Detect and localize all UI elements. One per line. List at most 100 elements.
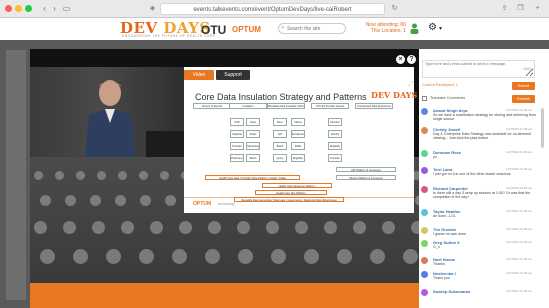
- slide-grid-box: API: [273, 130, 287, 138]
- slide-footer-line: [184, 197, 414, 198]
- slide-dev-days-logo: DEV DAYS: [371, 90, 418, 100]
- chat-message-text: Thank you: [433, 276, 450, 280]
- audience-head: [382, 221, 395, 234]
- chat-avatar: [421, 289, 428, 296]
- expand-icon[interactable]: ⤢: [408, 81, 414, 89]
- audience-head: [304, 249, 319, 264]
- audience-head: [237, 221, 250, 234]
- chat-avatar: [421, 127, 428, 134]
- sidebar-icon[interactable]: ▭: [62, 3, 71, 14]
- audience-head: [139, 171, 148, 180]
- slide-grid-box: Pharmacy: [230, 154, 244, 162]
- tab-video[interactable]: Video: [184, 70, 214, 80]
- audience-head: [55, 171, 64, 180]
- audience-head: [140, 195, 151, 206]
- maximize-window-button[interactable]: [25, 5, 32, 12]
- chat-message-text: Is there still a day 3 wrap up session a…: [433, 191, 531, 200]
- stage-banner: [30, 283, 419, 308]
- chat-message: Anand Singh Arya 11/7/2019 11:08 am So we …: [421, 108, 539, 124]
- address-bar[interactable]: events.talkevents.com/event/OptumDevDays…: [160, 3, 385, 15]
- chat-message-input[interactable]: [422, 60, 535, 78]
- chat-timestamp: 11/7/2019 11:05 am: [506, 209, 533, 213]
- otu-logo[interactable]: OTU: [201, 23, 226, 37]
- close-window-button[interactable]: [5, 5, 12, 12]
- chat-message-text: Day 3: Enterprise Data Strategy now avai…: [433, 132, 531, 141]
- browser-toolbar: ‹ › ▭ ◈ events.talkevents.com/event/Optu…: [0, 0, 549, 18]
- chat-avatar: [421, 150, 428, 157]
- chat-message-text: So we have a notarization strategy for s…: [433, 113, 537, 122]
- audience-head: [324, 221, 337, 234]
- audience-head: [403, 249, 418, 264]
- reload-icon[interactable]: ↻: [390, 4, 399, 13]
- gear-icon[interactable]: ⚙: [428, 22, 437, 33]
- chevron-down-icon[interactable]: ▾: [439, 25, 442, 32]
- slide-grid-box: Mem: [273, 118, 287, 126]
- translate-checkbox[interactable]: [422, 96, 427, 101]
- chat-avatar: [421, 240, 428, 247]
- chat-message: Sudeep Sukumaran 11/7/2019 11:05 am: [421, 289, 539, 305]
- close-icon[interactable]: ×: [396, 55, 405, 64]
- user-avatar-icon[interactable]: [410, 23, 419, 34]
- optum-logo[interactable]: OPTUM: [232, 25, 261, 34]
- chat-timestamp: 11/7/2019 11:06 am: [506, 186, 533, 190]
- audience-head: [295, 221, 308, 234]
- audience-head: [97, 171, 106, 180]
- forward-icon[interactable]: ›: [50, 3, 59, 14]
- audience-head: [337, 249, 352, 264]
- chat-message: Greg Sutton II 11/7/2019 11:05 am O_o: [421, 240, 539, 256]
- slide-grid-box: Batch: [273, 142, 287, 150]
- share-icon[interactable]: ⇪: [500, 4, 509, 13]
- help-icon[interactable]: ?: [407, 55, 416, 64]
- slide-side-box: Stream Platform & Consumer: [336, 175, 396, 180]
- background-panel-left: [6, 50, 26, 300]
- slide-grid-box: Identity: [328, 130, 342, 138]
- audience-head: [353, 221, 366, 234]
- audience-head: [40, 249, 55, 264]
- new-tab-icon[interactable]: +: [533, 4, 542, 13]
- attendance-status: Now attending: 86 This Location: 1: [364, 22, 406, 34]
- chat-message-text: I just got on 5 in one of the other lead…: [433, 172, 511, 176]
- chat-timestamp: 11/7/2019 11:05 am: [506, 289, 533, 293]
- search-input[interactable]: [278, 23, 346, 34]
- tabs-icon[interactable]: ❐: [516, 4, 525, 13]
- chat-avatar: [421, 257, 428, 264]
- audience-head: [92, 221, 105, 234]
- chat-timestamp: 11/7/2019 11:05 am: [506, 240, 533, 244]
- chat-avatar: [421, 209, 428, 216]
- chat-message: Nesiirenko I 11/7/2019 11:05 am Thank you: [421, 271, 539, 287]
- slide-platform-bar: Health Care Streaming Platform: [262, 183, 332, 188]
- slide-grid-box: Member: [328, 118, 342, 126]
- minimize-window-button[interactable]: [15, 5, 22, 12]
- slide-optum-logo: OPTUM: [193, 201, 212, 207]
- back-icon[interactable]: ‹: [40, 3, 49, 14]
- refresh-button[interactable]: Refresh: [512, 95, 535, 103]
- slide-grid-box: Streaming: [246, 142, 260, 150]
- chat-message: Donovan Rose 11/7/2019 11:06 am yo: [421, 150, 539, 166]
- audience-head: [370, 249, 385, 264]
- audience-head: [118, 171, 127, 180]
- audience-head: [65, 195, 76, 206]
- audience-head: [238, 249, 253, 264]
- slide-grid-box: Data: [246, 118, 260, 126]
- chat-message-text: ah done...LOL: [433, 214, 456, 218]
- chat-timestamp: 11/7/2019 11:06 am: [506, 167, 533, 171]
- chat-message-text: I guess he was done: [433, 232, 466, 236]
- slide-technology-label: technology: [218, 202, 235, 206]
- url-text: events.talkevents.com/event/OptumDevDays…: [193, 7, 352, 13]
- audience-head: [121, 221, 134, 234]
- chat-sender-name[interactable]: Sudeep Sukumaran: [433, 289, 470, 294]
- character-count: 1000: [523, 67, 532, 71]
- slide-grid-box: Rules: [246, 130, 260, 138]
- submit-button[interactable]: Submit: [512, 82, 535, 90]
- audience-head: [106, 249, 121, 264]
- audience-head: [266, 221, 279, 234]
- tab-support[interactable]: Support: [216, 70, 250, 80]
- slide-header-box: Reusable Data Insulation (Domain Based): [267, 103, 305, 109]
- audience-head: [139, 249, 154, 264]
- shield-icon[interactable]: ◈: [148, 4, 157, 13]
- chat-scrollbar[interactable]: [541, 108, 544, 148]
- this-location-text: This Location: 1: [370, 28, 406, 34]
- current-participant[interactable]: Current Participant: 1: [422, 83, 458, 87]
- chat-avatar: [421, 271, 428, 278]
- slide-grid-box: EDW: [291, 142, 305, 150]
